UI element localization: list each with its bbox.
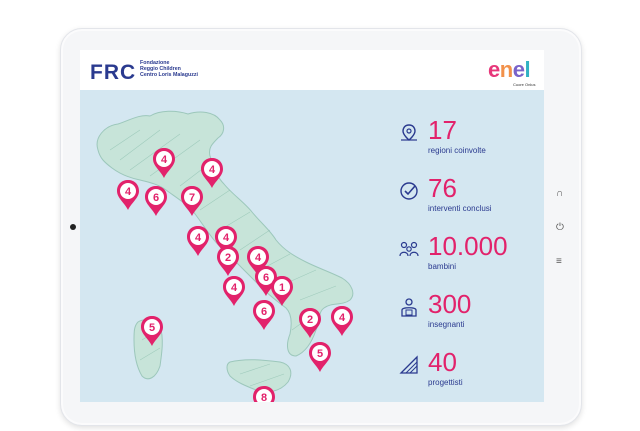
- stat-value: 40: [428, 347, 457, 377]
- map-pin-label: 4: [161, 154, 168, 166]
- header-bar: FRC Fondazione Reggio Children Centro Lo…: [80, 50, 544, 90]
- menu-button[interactable]: ≡: [556, 256, 562, 267]
- camera-icon: [70, 224, 76, 230]
- map-pin[interactable]: 6: [253, 300, 275, 330]
- map-pin[interactable]: 6: [145, 186, 167, 216]
- italy-map: 444 6 74 42 464 162 4558: [96, 110, 354, 402]
- map-pin-label: 7: [189, 192, 195, 204]
- map-pin[interactable]: 2: [217, 246, 239, 276]
- map-pin-label: 4: [231, 282, 238, 294]
- frc-logo-icon: FRC: [90, 61, 136, 83]
- map-pin-label: 5: [317, 348, 323, 360]
- map-pin-label: 4: [195, 232, 202, 244]
- map-pin[interactable]: 4: [223, 276, 245, 306]
- check-icon: [400, 182, 418, 200]
- map-pin-label: 4: [255, 252, 262, 264]
- children-icon: [399, 241, 419, 257]
- map-pin[interactable]: 4: [187, 226, 209, 256]
- map-pin-label: 5: [149, 322, 155, 334]
- map-pin[interactable]: 5: [309, 342, 331, 372]
- map-pin-label: 2: [225, 252, 231, 264]
- map-pin-label: 6: [153, 192, 159, 204]
- foundation-name: Fondazione Reggio Children Centro Loris …: [140, 60, 198, 78]
- tablet-screen: FRC Fondazione Reggio Children Centro Lo…: [80, 50, 544, 402]
- teacher-icon: [401, 298, 417, 317]
- stat-value: 76: [428, 173, 457, 203]
- stat-value: 300: [428, 289, 472, 319]
- frc-logo-text: FRC: [90, 61, 136, 83]
- map-pin-label: 1: [279, 282, 285, 294]
- enel-logo-letter: l: [524, 57, 531, 82]
- enel-logo-letter: n: [499, 57, 513, 82]
- back-button[interactable]: ∩: [556, 188, 563, 199]
- stat-label: bambini: [428, 262, 457, 271]
- map-pin-label: 4: [209, 164, 216, 176]
- stat-value: 10.000: [428, 231, 508, 261]
- enel-logo-letter: e: [512, 57, 525, 82]
- enel-logo-letter: e: [488, 57, 500, 82]
- stat-label: interventi conclusi: [428, 204, 492, 213]
- stat-label: regioni coinvolte: [428, 146, 486, 155]
- map-pin[interactable]: 4: [117, 180, 139, 210]
- stat-label: insegnanti: [428, 320, 465, 329]
- map-pin-label: 4: [339, 312, 346, 324]
- map-pin-label: 4: [125, 186, 132, 198]
- map-pin-icon: [401, 124, 417, 141]
- map-pin-label: 6: [261, 306, 267, 318]
- stat-label: progettisti: [428, 378, 463, 387]
- map-pin-label: 8: [261, 392, 267, 402]
- map-pin-label: 4: [223, 232, 230, 244]
- design-tools-icon: [399, 355, 418, 374]
- stat-value: 17: [428, 115, 457, 145]
- map-pin-label: 6: [263, 272, 269, 284]
- map-pin-label: 2: [307, 314, 313, 326]
- map-pin[interactable]: 4: [331, 306, 353, 336]
- enel-subtitle: Cuore Onlus: [513, 82, 536, 87]
- power-button[interactable]: ⏻: [556, 222, 564, 233]
- enel-logo: enel: [488, 57, 531, 82]
- foundation-line: Centro Loris Malaguzzi: [140, 72, 198, 78]
